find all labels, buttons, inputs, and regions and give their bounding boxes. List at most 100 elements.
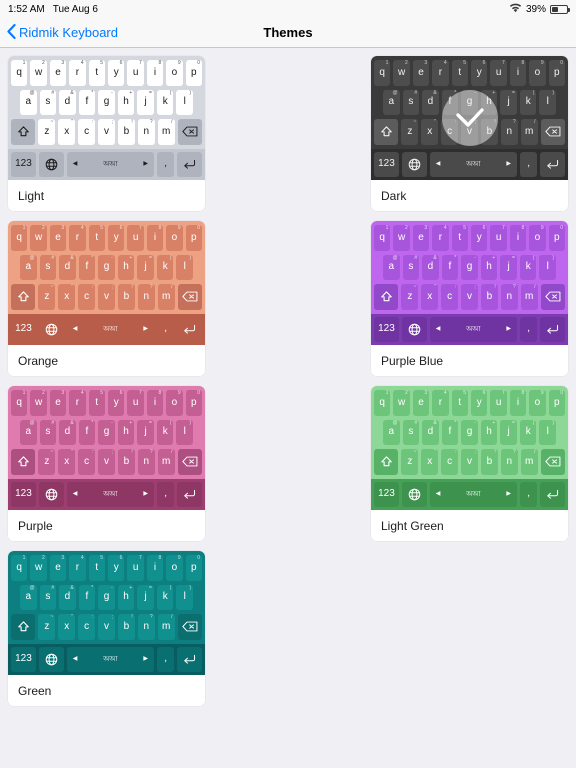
key-superscript: @ (392, 89, 398, 96)
globe-icon (38, 646, 64, 672)
key-label: s (45, 426, 51, 438)
key-superscript: # (51, 254, 55, 261)
key-superscript: / (534, 284, 536, 290)
theme-card[interactable]: q 1 w 2 e 3 r 4 t 5 y 6 u 7 i 8 o 9 p 0 a @ s # d & f * g - h + j = k(l) z ~… (371, 386, 568, 541)
key-superscript: 8 (521, 60, 525, 66)
back-button-label: Ridmik Keyboard (19, 25, 118, 40)
theme-card[interactable]: q 1 w 2 e 3 r 4 t 5 y 6 u 7 i 8 o 9 p 0 a @ s # d & f * g - h + j = k(l) z ~… (8, 551, 205, 706)
key-label: m (524, 125, 534, 137)
key-m: m / (520, 119, 538, 145)
key-s: s # (39, 254, 57, 280)
key-superscript: " (71, 449, 74, 455)
key-label: z (407, 290, 413, 302)
key-superscript: : (91, 284, 94, 290)
key-label: v (467, 290, 472, 302)
key-r: r4 (432, 390, 449, 416)
key-h: h + (117, 419, 135, 445)
key-superscript: 3 (61, 60, 65, 66)
keyboard-row-4: 123 ◀ অআ ▶, (8, 643, 205, 675)
key-label: u (495, 231, 502, 243)
key-f: f * (441, 419, 459, 445)
key-label: k (162, 96, 168, 108)
theme-preview[interactable]: q 1 w 2 e 3 r 4 t 5 y 6 u 7 i 8 o 9 p 0 a @ s # d & f * g - h + j = k(l) z ~… (371, 56, 568, 180)
key-label: k (525, 96, 531, 108)
theme-card[interactable]: q 1 w 2 e 3 r 4 t 5 y 6 u 7 i 8 o 9 p 0 a @ s # d & f * g - h + j = k(l) z ~… (371, 56, 568, 211)
key-i: i8 (146, 225, 164, 251)
key-label: w (34, 396, 43, 408)
key-superscript: " (434, 284, 437, 290)
key-e: e3 (412, 225, 430, 251)
shift-icon (373, 284, 399, 310)
key-superscript: 2 (405, 225, 408, 231)
key-label: w (397, 231, 406, 243)
key-superscript: 1 (385, 60, 389, 66)
key-superscript: ~ (413, 119, 417, 125)
status-date: Tue Aug 6 (52, 3, 98, 15)
theme-card[interactable]: q 1 w 2 e 3 r 4 t 5 y 6 u 7 i 8 o 9 p 0 a @ s # d & f * g - h + j = k(l) z ~… (8, 221, 205, 376)
battery-icon (550, 4, 570, 14)
key-c: c: (441, 284, 459, 310)
key-b: b! (117, 614, 135, 640)
key-label: m (161, 620, 171, 632)
key-h: h + (480, 419, 498, 445)
key-label: j (507, 96, 510, 108)
key-superscript: 6 (119, 390, 123, 396)
key-superscript: 2 (42, 555, 45, 561)
key-label: x (64, 455, 70, 467)
key-superscript: 3 (424, 60, 428, 66)
key-superscript: 1 (385, 390, 389, 396)
key-u: u7 (490, 225, 507, 251)
backspace-icon (540, 119, 566, 145)
theme-card[interactable]: q 1 w 2 e 3 r 4 t 5 y 6 u 7 i 8 o 9 p 0 a @ s # d & f * g - h + j = k(l) z ~… (8, 386, 205, 541)
theme-preview[interactable]: q 1 w 2 e 3 r 4 t 5 y 6 u 7 i 8 o 9 p 0 a @ s # d & f * g - h + j = k(l) z ~… (8, 551, 205, 675)
key-n: n? (500, 449, 518, 475)
key-superscript: ! (494, 449, 496, 455)
key-label: p (191, 396, 197, 408)
key-label: u (132, 396, 139, 408)
key-b: b! (117, 119, 135, 145)
numeric-key: 123 (374, 481, 399, 507)
theme-preview[interactable]: q 1 w 2 e 3 r 4 t 5 y 6 u 7 i 8 o 9 p 0 a @ s # d & f * g - h + j = k(l) z ~… (371, 386, 568, 510)
keyboard-preview: q 1 w 2 e 3 r 4 t 5 y 6 u 7 i 8 o 9 p 0 a @ s # d & f * g - h + j = k(l) z ~… (8, 555, 205, 675)
key-label: n (143, 455, 150, 467)
key-superscript: 5 (100, 60, 103, 66)
return-icon (540, 316, 566, 342)
key-p: p0 (185, 390, 203, 416)
comma-key: , (157, 481, 175, 507)
key-d: d & (59, 89, 76, 115)
theme-card[interactable]: q 1 w 2 e 3 r 4 t 5 y 6 u 7 i 8 o 9 p 0 a @ s # d & f * g - h + j = k(l) z ~… (8, 56, 205, 211)
theme-preview[interactable]: q 1 w 2 e 3 r 4 t 5 y 6 u 7 i 8 o 9 p 0 a @ s # d & f * g - h + j = k(l) z ~… (371, 221, 568, 345)
key-superscript: 5 (463, 225, 466, 231)
key-label: f (448, 261, 452, 273)
key-label: p (191, 66, 197, 78)
back-button[interactable]: Ridmik Keyboard (0, 23, 118, 42)
theme-preview[interactable]: q 1 w 2 e 3 r 4 t 5 y 6 u 7 i 8 o 9 p 0 a @ s # d & f * g - h + j = k(l) z ~… (8, 386, 205, 510)
theme-preview[interactable]: q 1 w 2 e 3 r 4 t 5 y 6 u 7 i 8 o 9 p 0 a @ s # d & f * g - h + j = k(l) z ~… (8, 221, 205, 345)
key-superscript: * (91, 584, 94, 591)
key-label: f (85, 426, 89, 438)
space-key: ◀ অআ ▶ (429, 481, 518, 507)
key-superscript: ) (552, 89, 555, 96)
key-superscript: + (129, 584, 133, 591)
theme-preview[interactable]: q 1 w 2 e 3 r 4 t 5 y 6 u 7 i 8 o 9 p 0 a @ s # d & f * g - h + j = k(l) z ~… (8, 56, 205, 180)
key-label: s (45, 261, 51, 273)
key-superscript: = (511, 89, 515, 96)
key-label: c (84, 290, 90, 302)
numeric-key: 123 (11, 646, 36, 672)
key-superscript: 2 (405, 390, 408, 396)
theme-card[interactable]: q 1 w 2 e 3 r 4 t 5 y 6 u 7 i 8 o 9 p 0 a @ s # d & f * g - h + j = k(l) z ~… (371, 221, 568, 376)
key-label: m (524, 455, 534, 467)
key-b: b! (480, 284, 498, 310)
key-label: g (466, 261, 473, 273)
space-key: ◀ অআ ▶ (429, 316, 518, 342)
selected-check-overlay (441, 90, 498, 146)
key-s: s # (402, 89, 420, 115)
key-superscript: 9 (177, 225, 181, 231)
key-f: f * (78, 89, 96, 115)
key-i: i8 (146, 555, 164, 581)
key-superscript: = (148, 89, 152, 96)
key-superscript: & (70, 419, 74, 426)
key-superscript: 5 (100, 390, 103, 396)
key-label: n (506, 455, 513, 467)
key-superscript: 3 (61, 225, 65, 231)
